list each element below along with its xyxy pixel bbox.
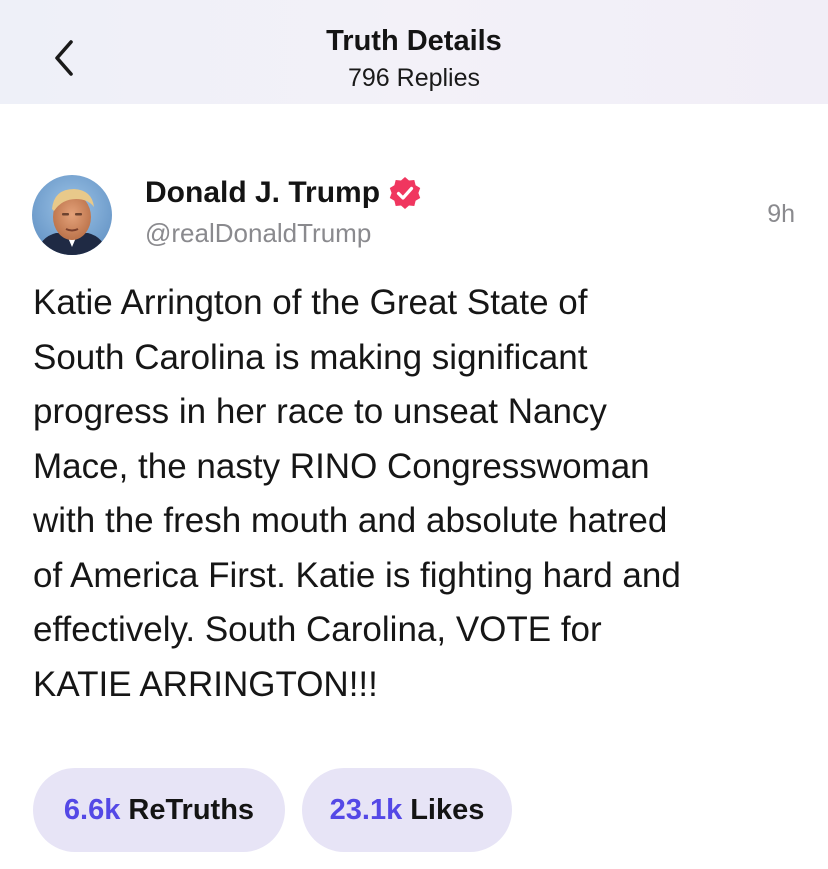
author-name[interactable]: Donald J. Trump xyxy=(145,176,422,210)
likes-label: Likes xyxy=(410,793,485,826)
likes-button[interactable]: 23.1k Likes xyxy=(302,768,512,852)
likes-count: 23.1k xyxy=(329,793,403,826)
retruths-label: ReTruths xyxy=(128,793,255,826)
avatar[interactable] xyxy=(32,175,112,255)
top-bar: Truth Details 796 Replies xyxy=(0,0,828,104)
author-handle[interactable]: @realDonaldTrump xyxy=(145,218,371,249)
retruths-button[interactable]: 6.6k ReTruths xyxy=(33,768,285,852)
post-text: Katie Arrington of the Great State of So… xyxy=(33,283,681,704)
retruths-count: 6.6k xyxy=(63,793,121,826)
post-timestamp: 9h xyxy=(767,200,795,228)
replies-count[interactable]: 796 Replies xyxy=(0,64,828,93)
author-name-text[interactable]: Donald J. Trump xyxy=(145,176,380,210)
avatar-image xyxy=(32,175,112,255)
verified-badge-icon xyxy=(388,176,422,210)
page-title: Truth Details xyxy=(326,25,502,57)
